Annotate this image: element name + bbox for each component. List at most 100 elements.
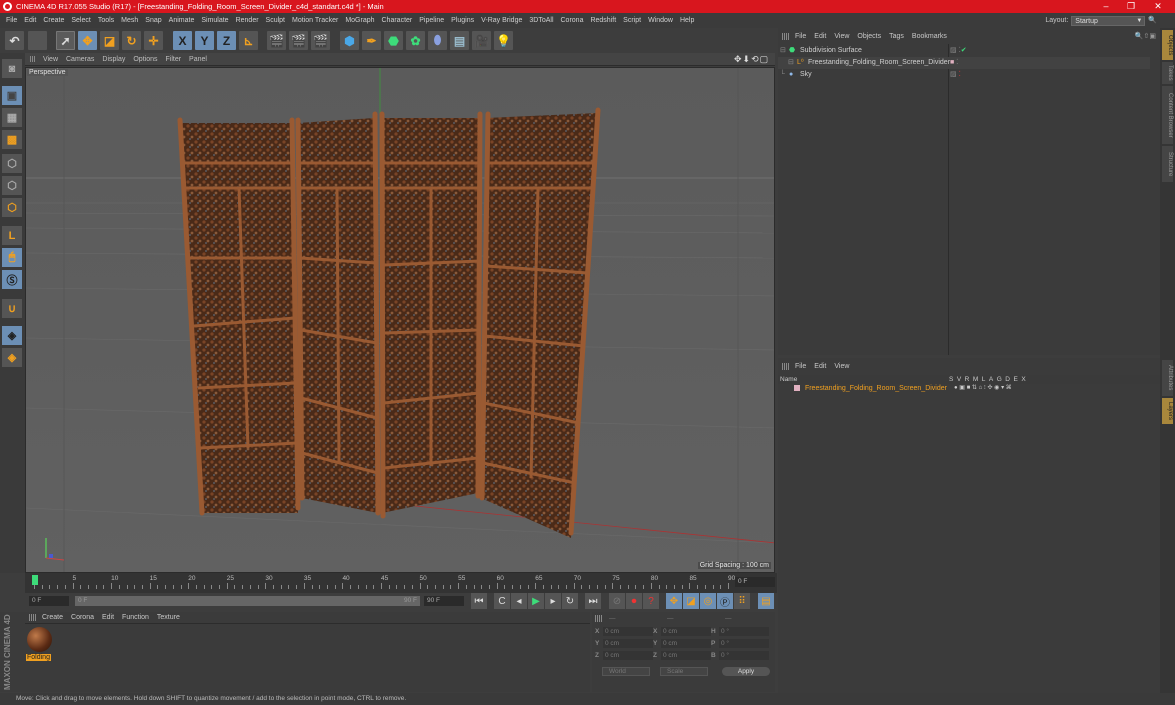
menu-window[interactable]: Window xyxy=(648,17,673,24)
render-view-icon[interactable]: 🎬 xyxy=(267,31,286,50)
tweak-mode-icon[interactable]: 🖱 xyxy=(2,248,22,267)
undo-icon[interactable]: ↶ xyxy=(5,31,24,50)
magnet-icon[interactable]: ∪ xyxy=(2,299,22,318)
x-axis-icon[interactable]: X xyxy=(173,31,192,50)
current-frame-field[interactable]: 0 F xyxy=(735,577,775,587)
menu-plugins[interactable]: Plugins xyxy=(451,17,474,24)
axis-mode-icon[interactable]: L xyxy=(2,226,22,245)
keyframe-selection-icon[interactable]: ? xyxy=(643,593,659,609)
play-icon[interactable]: ▶ xyxy=(528,593,544,609)
camera-icon[interactable]: 🎥 xyxy=(472,31,491,50)
coordinate-mode-dropdown[interactable]: World xyxy=(602,667,650,676)
lock-workplane-icon[interactable]: ◈ xyxy=(2,326,22,345)
render-picture-viewer-icon[interactable]: 🎬 xyxy=(289,31,308,50)
material-menu-texture[interactable]: Texture xyxy=(157,614,180,621)
coordinate-value-field[interactable]: 0 cm xyxy=(661,627,711,636)
restore-button[interactable]: ❐ xyxy=(1120,0,1142,13)
coordinate-value-field[interactable]: 0 ° xyxy=(719,627,769,636)
move-icon[interactable]: ✥ xyxy=(78,31,97,50)
material-menu-corona[interactable]: Corona xyxy=(71,614,94,621)
perspective-viewport[interactable]: Perspective Grid Spacing : 100 cm xyxy=(25,67,775,573)
minimize-button[interactable]: – xyxy=(1095,0,1117,13)
object-menu-file[interactable]: File xyxy=(795,33,806,40)
material-thumbnail[interactable] xyxy=(27,627,52,652)
light-icon[interactable]: 💡 xyxy=(494,31,513,50)
layout-dropdown[interactable]: Startup xyxy=(1071,15,1146,26)
search-icon[interactable]: 🔍 xyxy=(1148,13,1157,28)
menu-render[interactable]: Render xyxy=(236,17,259,24)
object-row[interactable]: ⊟ ⬣ Subdivision Surface ▨ ⁚✔ xyxy=(778,45,1150,57)
coordinate-value-field[interactable]: 0 ° xyxy=(719,651,769,660)
next-key-icon[interactable]: ↻ xyxy=(562,593,578,609)
redo-icon[interactable] xyxy=(28,31,47,50)
layer-flags-icons[interactable]: ● ▣ ■ ⇅ ⌂ ⁝ ✣ ◉ ▾ ⌘ xyxy=(954,384,1012,393)
record-keys-disabled-icon[interactable]: ⊘ xyxy=(609,593,625,609)
end-frame-field[interactable]: 90 F xyxy=(424,596,464,606)
tab-structure[interactable]: Structure xyxy=(1162,146,1173,182)
material-menu-create[interactable]: Create xyxy=(42,614,63,621)
key-parameter-icon[interactable]: Ⓟ xyxy=(717,593,733,609)
coordinate-value-field[interactable]: 0 cm xyxy=(661,639,711,648)
scale-icon[interactable]: ◪ xyxy=(100,31,119,50)
editor-render-visibility-icon[interactable]: ⁚ xyxy=(954,59,958,66)
coordinate-value-field[interactable]: 0 ° xyxy=(719,639,769,648)
y-axis-icon[interactable]: Y xyxy=(195,31,214,50)
cloner-icon[interactable]: ✿ xyxy=(406,31,425,50)
folding-screen-model[interactable] xyxy=(177,107,601,538)
menu-tools[interactable]: Tools xyxy=(98,17,114,24)
visibility-toggle-icon[interactable]: ▨ xyxy=(950,71,957,78)
menu-mograph[interactable]: MoGraph xyxy=(345,17,374,24)
menu-sculpt[interactable]: Sculpt xyxy=(266,17,285,24)
cube-icon[interactable]: ⬢ xyxy=(340,31,359,50)
key-rotation-icon[interactable]: ◎ xyxy=(700,593,716,609)
menu-file[interactable]: File xyxy=(6,17,17,24)
object-menu-view[interactable]: View xyxy=(834,33,849,40)
deformer-icon[interactable]: ⬮ xyxy=(428,31,447,50)
make-editable-icon[interactable]: ◙ xyxy=(2,59,22,78)
tab-content-browser[interactable]: Content Browser xyxy=(1162,86,1173,144)
viewport-menu-display[interactable]: Display xyxy=(102,56,125,63)
viewport-menu-filter[interactable]: Filter xyxy=(165,56,181,63)
menu-v-ray-bridge[interactable]: V-Ray Bridge xyxy=(481,17,522,24)
snap-settings-icon[interactable]: ◈ xyxy=(2,348,22,367)
menu-redshift[interactable]: Redshift xyxy=(590,17,616,24)
menu-snap[interactable]: Snap xyxy=(145,17,161,24)
menu-help[interactable]: Help xyxy=(680,17,694,24)
solo-icon[interactable]: Ⓢ xyxy=(2,270,22,289)
floor-icon[interactable]: ▤ xyxy=(450,31,469,50)
frame-range-slider[interactable]: 0 F 90 F xyxy=(75,596,420,606)
previous-frame-icon[interactable]: ◂ xyxy=(511,593,527,609)
key-pla-icon[interactable]: ⠿ xyxy=(734,593,750,609)
texture-mode-icon-2[interactable]: ▦ xyxy=(2,108,22,127)
object-menu-edit[interactable]: Edit xyxy=(814,33,826,40)
pen-icon[interactable]: ✒ xyxy=(362,31,381,50)
subdivision-icon[interactable]: ⬣ xyxy=(384,31,403,50)
object-menu-bookmarks[interactable]: Bookmarks xyxy=(912,33,947,40)
rotate-icon[interactable]: ↻ xyxy=(122,31,141,50)
viewport-menu-options[interactable]: Options xyxy=(133,56,157,63)
go-to-start-icon[interactable]: ⏮ xyxy=(471,593,487,609)
timeline-ticks[interactable]: 051015202530354045505560657075808590 xyxy=(30,575,735,591)
material-name[interactable]: Folding xyxy=(26,654,51,661)
expand-toggle-icon[interactable]: ⊟ xyxy=(788,57,794,69)
timeline-layout-icon[interactable]: ▤ xyxy=(758,593,774,609)
object-row[interactable]: ⊟ L⁰ Freestanding_Folding_Room_Screen_Divi… xyxy=(778,57,1150,69)
menu-3dtoall[interactable]: 3DToAll xyxy=(529,17,553,24)
menu-animate[interactable]: Animate xyxy=(169,17,195,24)
apply-button[interactable]: Apply xyxy=(722,667,770,676)
material-menu-function[interactable]: Function xyxy=(122,614,149,621)
key-position-icon[interactable]: ✥ xyxy=(666,593,682,609)
viewport-nav-icons[interactable]: ✥⬇⟲▢ xyxy=(734,54,769,65)
layer-name[interactable]: Freestanding_Folding_Room_Screen_Divider xyxy=(805,385,947,392)
menu-simulate[interactable]: Simulate xyxy=(201,17,228,24)
object-row[interactable]: └ ● Sky ▨ ⁚ xyxy=(778,69,1150,81)
menu-pipeline[interactable]: Pipeline xyxy=(419,17,444,24)
menu-mesh[interactable]: Mesh xyxy=(121,17,138,24)
previous-key-icon[interactable]: C xyxy=(494,593,510,609)
material-menu-edit[interactable]: Edit xyxy=(102,614,114,621)
object-manager-tools-icon[interactable]: 🔍⇧▣ xyxy=(1135,30,1156,43)
menu-edit[interactable]: Edit xyxy=(24,17,36,24)
go-to-end-icon[interactable]: ⏭ xyxy=(585,593,601,609)
menu-motion-tracker[interactable]: Motion Tracker xyxy=(292,17,338,24)
viewport-menu-view[interactable]: View xyxy=(43,56,58,63)
